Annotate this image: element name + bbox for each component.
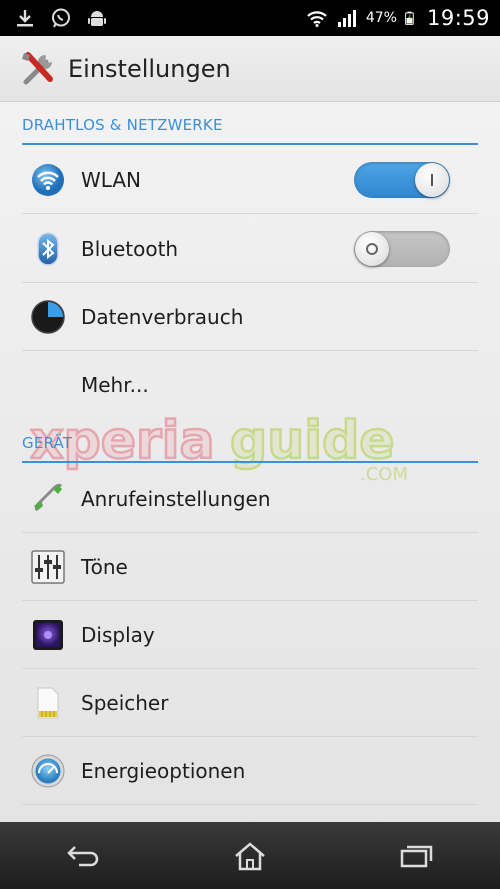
settings-item-display[interactable]: Display bbox=[22, 601, 478, 669]
section-header-wireless: DRAHTLOS & NETZWERKE bbox=[22, 116, 223, 134]
whatsapp-icon bbox=[52, 8, 70, 28]
home-icon bbox=[235, 841, 265, 870]
settings-item-label: Datenverbrauch bbox=[81, 304, 244, 329]
page-title: Einstellungen bbox=[68, 54, 231, 83]
settings-item-more[interactable]: Mehr... bbox=[22, 351, 478, 419]
settings-item-wlan[interactable]: WLAN bbox=[22, 146, 478, 214]
settings-item-call-settings[interactable]: Anrufeinstellungen bbox=[22, 465, 478, 533]
home-button[interactable] bbox=[220, 831, 280, 881]
download-icon bbox=[17, 10, 33, 27]
settings-item-label: Display bbox=[81, 622, 155, 647]
android-icon bbox=[88, 11, 106, 26]
sliders-icon bbox=[30, 549, 66, 585]
section-divider bbox=[22, 143, 478, 145]
settings-item-label: Anrufeinstellungen bbox=[81, 486, 271, 511]
cell-signal-icon bbox=[337, 10, 356, 27]
back-icon bbox=[67, 845, 99, 866]
phone-icon bbox=[30, 481, 66, 517]
toggle-knob bbox=[355, 231, 389, 266]
settings-item-data-usage[interactable]: Datenverbrauch bbox=[22, 283, 478, 351]
recent-apps-icon bbox=[400, 845, 432, 867]
wifi-icon bbox=[30, 162, 66, 198]
bluetooth-toggle[interactable] bbox=[354, 230, 450, 267]
data-usage-icon bbox=[30, 299, 66, 335]
bluetooth-icon bbox=[30, 231, 66, 267]
settings-item-power[interactable]: Energieoptionen bbox=[22, 737, 478, 805]
settings-item-storage[interactable]: Speicher bbox=[22, 669, 478, 737]
navigation-bar bbox=[0, 822, 500, 889]
settings-item-sounds[interactable]: Töne bbox=[22, 533, 478, 601]
wlan-toggle[interactable] bbox=[354, 161, 450, 198]
settings-item-label: Speicher bbox=[81, 690, 169, 715]
toggle-knob bbox=[415, 162, 449, 197]
settings-item-label: Mehr... bbox=[81, 373, 149, 397]
action-bar: Einstellungen bbox=[0, 36, 500, 102]
settings-item-label: Töne bbox=[81, 554, 128, 579]
settings-item-label: Energieoptionen bbox=[81, 758, 246, 783]
section-divider bbox=[22, 461, 478, 463]
power-gauge-icon bbox=[30, 753, 66, 789]
settings-item-bluetooth[interactable]: Bluetooth bbox=[22, 215, 478, 283]
back-button[interactable] bbox=[53, 831, 113, 881]
section-header-device: GERÄT bbox=[22, 434, 73, 452]
wifi-signal-icon bbox=[307, 11, 327, 27]
clock: 19:59 bbox=[426, 6, 490, 30]
battery-charging-icon bbox=[405, 11, 414, 25]
recent-apps-button[interactable] bbox=[387, 831, 447, 881]
battery-percent: 47% bbox=[365, 10, 397, 26]
display-icon bbox=[30, 617, 66, 653]
settings-tools-icon[interactable] bbox=[18, 49, 58, 89]
status-bar: 47% 19:59 bbox=[0, 0, 500, 36]
sd-card-icon bbox=[30, 685, 66, 721]
